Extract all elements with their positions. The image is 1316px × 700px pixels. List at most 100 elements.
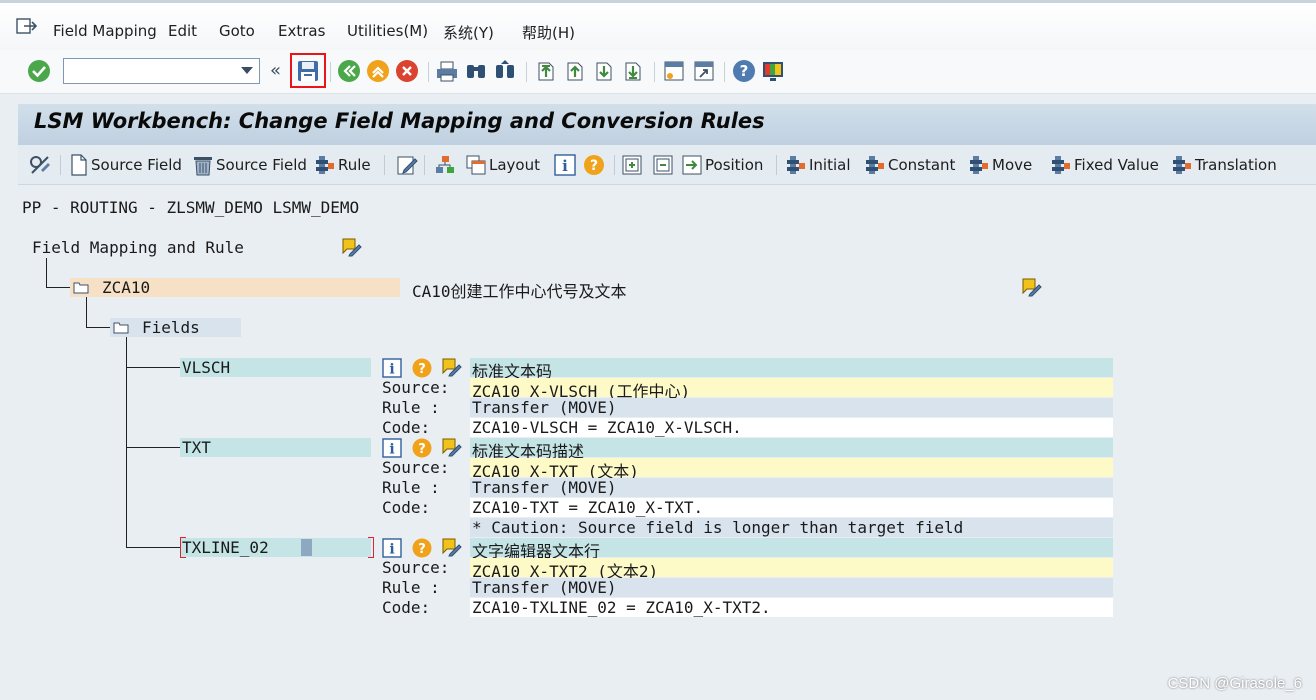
rule-label: Rule : <box>382 478 440 497</box>
svg-text:?: ? <box>590 158 598 174</box>
save-button-highlight <box>290 53 326 88</box>
fields-node-label[interactable]: Fields <box>142 318 200 337</box>
constant-button[interactable]: Constant <box>864 153 955 177</box>
toolbar-separator <box>724 62 725 82</box>
code-value[interactable]: ZCA10-TXLINE_02 = ZCA10_X-TXT2. <box>472 598 771 617</box>
menu-help[interactable]: 帮助(H) <box>522 22 575 43</box>
hierarchy-button[interactable] <box>434 153 458 177</box>
find-icon[interactable] <box>464 59 488 83</box>
help-icon[interactable]: ? <box>732 59 756 83</box>
create-session-icon[interactable] <box>662 59 686 83</box>
rule-icon <box>787 156 805 174</box>
initial-button[interactable]: Initial <box>785 153 851 177</box>
question-icon: ? <box>584 155 604 175</box>
add-source-field-button[interactable]: Source Field <box>69 153 182 177</box>
rule-value[interactable]: Transfer (MOVE) <box>472 398 617 417</box>
initial-label: Initial <box>809 156 851 174</box>
menu-edit[interactable]: Edit <box>168 22 197 40</box>
toolbar-separator <box>424 155 425 175</box>
rule-icon <box>316 156 334 174</box>
toolbar-separator <box>614 155 615 175</box>
svg-text:?: ? <box>418 442 426 457</box>
menu-utilities[interactable]: Utilities(M) <box>347 22 428 40</box>
field-name[interactable]: TXLINE_02 <box>182 538 269 557</box>
code-label: Code: <box>382 418 431 437</box>
cancel-icon[interactable] <box>395 59 419 83</box>
toolbar-separator <box>776 155 777 175</box>
translation-button[interactable]: Translation <box>1171 153 1277 177</box>
code-value[interactable]: ZCA10-TXT = ZCA10_X-TXT. <box>472 498 703 517</box>
rule-value[interactable]: Transfer (MOVE) <box>472 478 617 497</box>
position-button[interactable]: Position <box>681 153 763 177</box>
delete-source-field-label: Source Field <box>216 156 307 174</box>
standard-toolbar: « ? <box>0 50 1316 94</box>
field-name[interactable]: TXT <box>182 438 211 457</box>
info-button[interactable]: i <box>554 153 578 177</box>
watermark: CSDN @Girasole_6 <box>1167 675 1302 692</box>
last-page-icon[interactable] <box>621 59 645 83</box>
toolbar-separator <box>654 62 655 82</box>
source-label: Source: <box>382 378 450 397</box>
folder-icon[interactable] <box>73 280 89 298</box>
tree-connector <box>126 447 180 448</box>
layout-button[interactable]: Layout <box>465 153 540 177</box>
chevron-down-icon[interactable] <box>241 67 253 74</box>
rule-value[interactable]: Transfer (MOVE) <box>472 578 617 597</box>
edit-rule-icon[interactable] <box>341 237 363 261</box>
fixed-value-button[interactable]: Fixed Value <box>1050 153 1159 177</box>
menu-field-mapping[interactable]: Field Mapping <box>53 22 157 40</box>
rule-icon <box>1052 156 1070 174</box>
command-field[interactable] <box>63 58 260 84</box>
menu-goto[interactable]: Goto <box>219 22 255 40</box>
find-next-icon[interactable] <box>493 59 517 83</box>
back-icon[interactable] <box>337 59 361 83</box>
toolbar-separator <box>330 62 331 82</box>
code-label: Code: <box>382 598 431 617</box>
move-button[interactable]: Move <box>968 153 1032 177</box>
caution-message: * Caution: Source field is longer than t… <box>472 518 964 537</box>
help-button[interactable]: ? <box>583 153 607 177</box>
rule-button[interactable]: Rule <box>314 153 371 177</box>
source-label: Source: <box>382 558 450 577</box>
toolbar-separator <box>428 62 429 82</box>
svg-text:?: ? <box>740 62 749 80</box>
tree-root-label[interactable]: Field Mapping and Rule <box>32 238 244 257</box>
menu-exit-icon[interactable] <box>16 17 38 41</box>
customize-layout-icon[interactable] <box>761 59 785 83</box>
enter-check-icon[interactable] <box>27 59 51 83</box>
toolbar-separator <box>526 62 527 82</box>
folder-icon[interactable] <box>113 320 129 338</box>
structure-name[interactable]: ZCA10 <box>102 278 150 297</box>
first-page-icon[interactable] <box>534 59 558 83</box>
tree-connector <box>126 547 180 548</box>
exit-icon[interactable] <box>366 59 390 83</box>
trash-icon <box>194 157 212 176</box>
expand-subtree-button[interactable] <box>621 153 645 177</box>
previous-page-icon[interactable] <box>563 59 587 83</box>
delete-source-field-button[interactable]: Source Field <box>192 153 307 177</box>
rule-label: Rule : <box>382 398 440 417</box>
collapse-subtree-button[interactable] <box>652 153 676 177</box>
generate-shortcut-icon[interactable] <box>692 59 716 83</box>
pencil-icon <box>397 156 418 175</box>
next-page-icon[interactable] <box>592 59 616 83</box>
edit-rule-icon[interactable] <box>1021 277 1043 301</box>
text-cursor <box>301 539 312 556</box>
code-value[interactable]: ZCA10-VLSCH = ZCA10_X-VLSCH. <box>472 418 742 437</box>
edit-code-button[interactable] <box>396 153 420 177</box>
command-field-collapse-icon[interactable]: « <box>270 60 281 81</box>
menu-extras[interactable]: Extras <box>278 22 325 40</box>
print-icon[interactable] <box>435 59 459 83</box>
display-change-button[interactable] <box>28 153 54 177</box>
tree-connector <box>126 367 180 368</box>
fixed-value-label: Fixed Value <box>1074 156 1159 174</box>
title-bar: LSM Workbench: Change Field Mapping and … <box>18 104 1316 145</box>
field-name[interactable]: VLSCH <box>182 358 230 377</box>
tree-connector <box>46 258 47 288</box>
menu-system[interactable]: 系统(Y) <box>443 22 494 43</box>
position-label: Position <box>705 156 764 174</box>
command-input[interactable] <box>64 59 234 83</box>
constant-label: Constant <box>888 156 956 174</box>
add-source-field-label: Source Field <box>91 156 182 174</box>
rule-icon <box>970 156 988 174</box>
